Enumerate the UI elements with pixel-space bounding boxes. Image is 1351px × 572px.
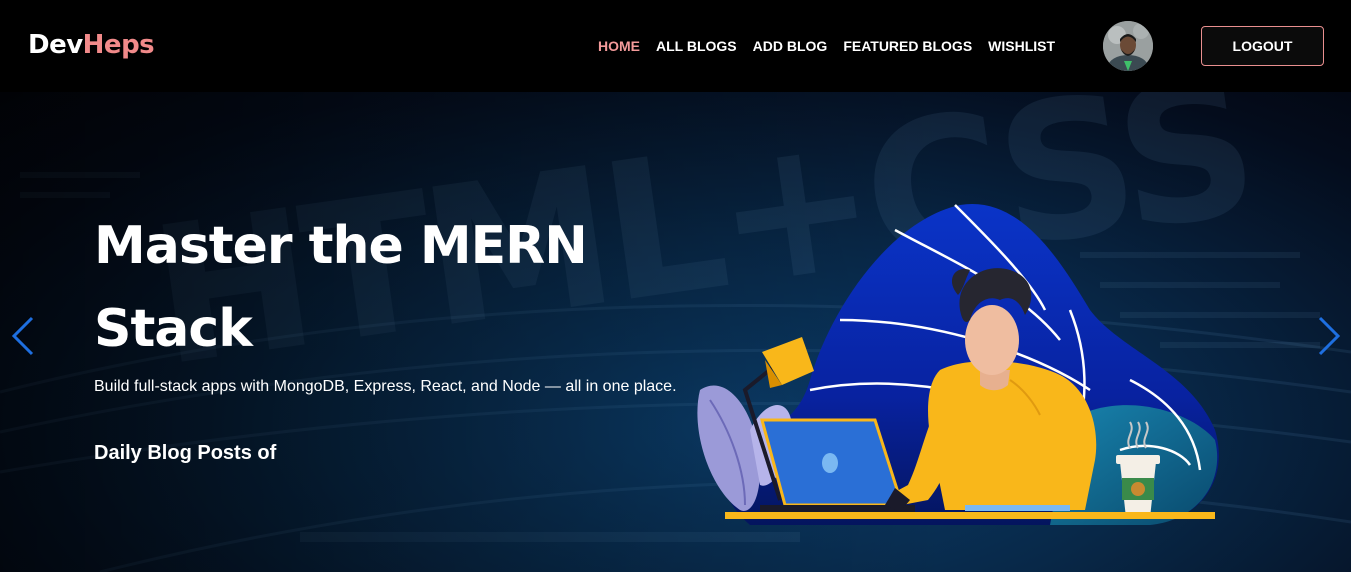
hero-banner: HTML+CSS Master the MERN Stack Build ful… [0, 92, 1351, 572]
chevron-right-icon [1318, 316, 1341, 356]
brand-part-dev: Dev [28, 30, 83, 60]
main-nav: HOME ALL BLOGS ADD BLOG FEATURED BLOGS W… [598, 38, 1055, 54]
hero-subtitle: Daily Blog Posts of [94, 442, 277, 464]
avatar-image [1103, 21, 1153, 71]
nav-featured-blogs[interactable]: FEATURED BLOGS [843, 38, 972, 54]
logout-button[interactable]: LOGOUT [1201, 26, 1324, 66]
carousel-next-button[interactable] [1314, 316, 1344, 356]
page: DevHeps HOME ALL BLOGS ADD BLOG FEATURED… [0, 0, 1351, 572]
chevron-left-icon [11, 316, 34, 356]
nav-wishlist[interactable]: WISHLIST [988, 38, 1055, 54]
user-avatar[interactable] [1103, 21, 1153, 71]
nav-add-blog[interactable]: ADD BLOG [753, 38, 828, 54]
nav-home[interactable]: HOME [598, 38, 640, 54]
hero-description: Build full-stack apps with MongoDB, Expr… [94, 378, 677, 395]
brand-logo[interactable]: DevHeps [28, 30, 155, 60]
nav-all-blogs[interactable]: ALL BLOGS [656, 38, 737, 54]
developer-illustration [697, 203, 1219, 525]
hero-title: Master the MERN Stack [94, 216, 588, 359]
navbar: DevHeps HOME ALL BLOGS ADD BLOG FEATURED… [0, 0, 1351, 92]
brand-part-heps: Heps [82, 30, 155, 60]
carousel-prev-button[interactable] [8, 316, 38, 356]
